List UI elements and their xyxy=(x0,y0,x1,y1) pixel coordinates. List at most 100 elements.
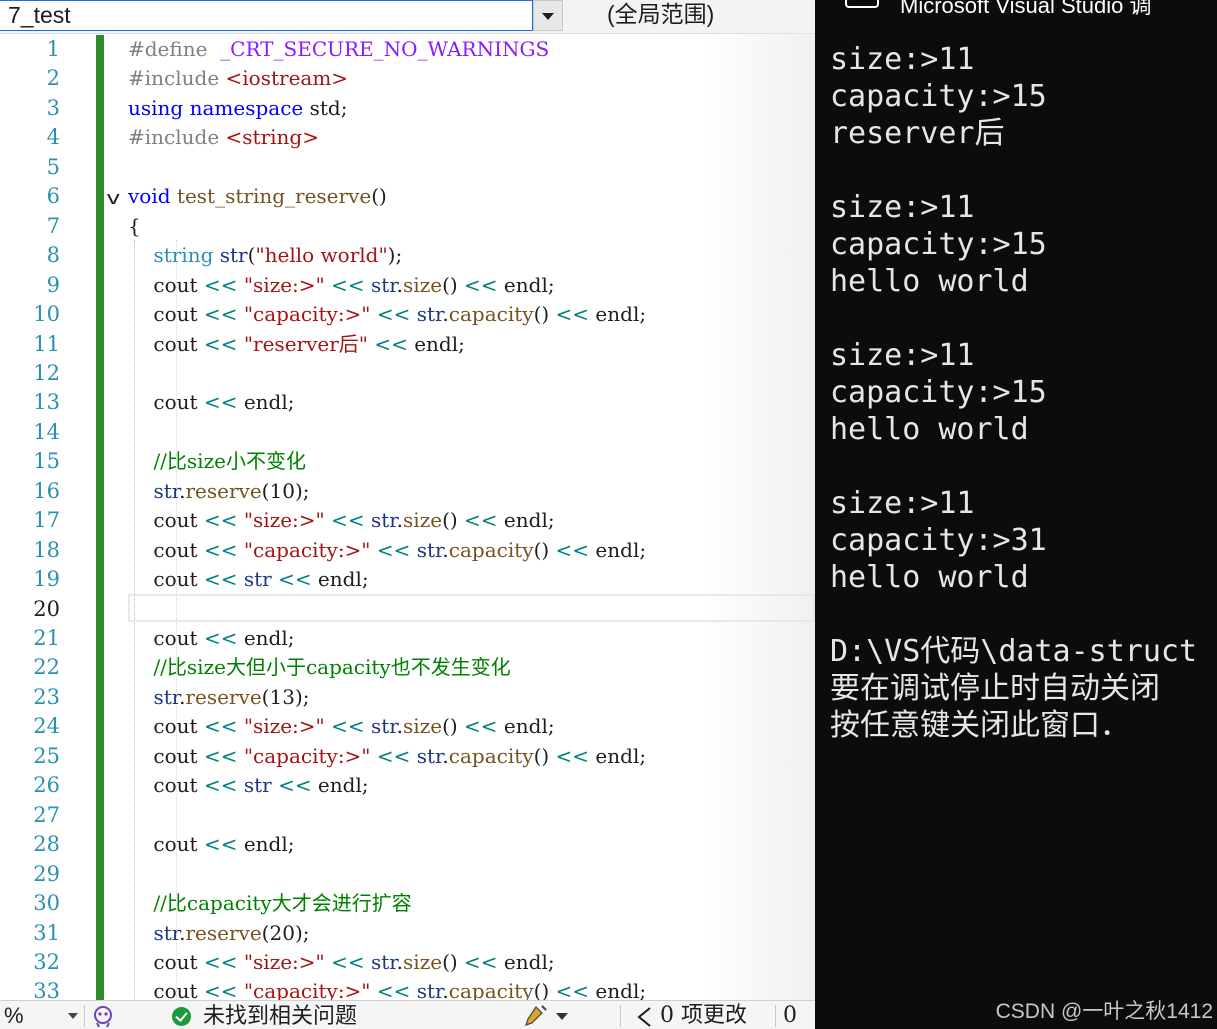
code-token: cout xyxy=(128,272,204,297)
code-line: cout << str << endl; xyxy=(128,565,368,594)
code-token: << xyxy=(203,743,238,768)
code-token: str xyxy=(371,508,397,533)
issues-status[interactable]: 未找到相关问题 xyxy=(203,1002,357,1029)
code-token: str xyxy=(416,537,443,562)
code-token: str xyxy=(153,920,180,945)
line-number: 18 xyxy=(33,537,60,562)
code-token: << xyxy=(203,567,238,592)
code-token: cout xyxy=(128,331,204,356)
navigation-bar: 7_test (全局范围) xyxy=(0,0,815,34)
line-number: 14 xyxy=(33,419,60,444)
fold-chevron-icon[interactable]: v xyxy=(106,188,120,209)
line-number-gutter: 1 2 3 4 5 6 7 8 9 10 11 12 13 14 15 16 17 18 19 20 21 22 23 24 2… xyxy=(0,35,96,1003)
code-token: endl; xyxy=(497,272,555,297)
console-line: 要在调试停止时自动关闭 xyxy=(830,671,1160,706)
line-number: 22 xyxy=(33,655,60,680)
code-token: ); xyxy=(294,920,310,945)
console-line: capacity:>15 xyxy=(830,227,1047,262)
console-window-icon xyxy=(845,0,879,8)
code-line: cout << "size:>" << str.size() << endl; xyxy=(128,948,555,977)
code-token: << xyxy=(376,743,411,768)
debug-console-window[interactable]: Microsoft Visual Studio 调 size:>11 capaci… xyxy=(815,0,1217,1029)
code-token: "size:>" xyxy=(243,272,325,297)
changes-count[interactable]: 0 项更改 xyxy=(660,1002,747,1029)
console-line: hello world xyxy=(830,412,1029,447)
line-number: 9 xyxy=(46,272,60,297)
code-token: endl; xyxy=(237,390,295,415)
code-token: << xyxy=(203,272,238,297)
code-token: << xyxy=(203,508,238,533)
code-token: << xyxy=(555,537,590,562)
divider xyxy=(84,1005,85,1027)
code-token: "size:>" xyxy=(243,508,325,533)
line-number: 2 xyxy=(46,66,60,91)
cleanup-brush-icon[interactable] xyxy=(520,1004,550,1028)
line-number: 12 xyxy=(33,360,60,385)
divider xyxy=(620,1005,621,1027)
project-name: 7_test xyxy=(8,2,71,28)
code-line: cout << "size:>" << str.size() << endl; xyxy=(128,712,555,741)
line-number: 17 xyxy=(33,508,60,533)
code-token: () xyxy=(533,537,556,562)
divider xyxy=(775,1005,776,1027)
code-line: //比capacity大才会进行扩容 xyxy=(128,889,411,918)
code-token: "capacity:>" xyxy=(243,537,371,562)
copilot-icon[interactable] xyxy=(90,1004,116,1028)
code-token: 10 xyxy=(269,478,295,503)
code-token: << xyxy=(203,331,238,356)
code-token: endl; xyxy=(497,949,555,974)
dropdown-arrow-icon[interactable] xyxy=(533,0,563,31)
code-token: cout xyxy=(128,626,204,650)
zoom-level[interactable]: % xyxy=(4,1002,24,1029)
code-token: str xyxy=(153,684,180,709)
code-token: void xyxy=(128,184,171,209)
code-line: str.reserve(20); xyxy=(128,919,309,948)
code-token: << xyxy=(331,949,365,974)
chevron-left-icon[interactable] xyxy=(636,1007,654,1027)
line-number: 20 xyxy=(33,596,60,621)
code-token: str xyxy=(153,478,180,503)
console-line: size:>11 xyxy=(830,190,975,225)
code-token: cout xyxy=(128,537,204,562)
code-text-area[interactable]: #define _CRT_SECURE_NO_WARNINGS #include … xyxy=(128,35,815,1003)
line-number: 29 xyxy=(33,861,60,886)
code-token: << xyxy=(376,537,411,562)
code-token: << xyxy=(203,714,238,739)
console-line: D:\VS代码\data-struct xyxy=(830,634,1198,669)
line-number: 15 xyxy=(33,449,60,474)
code-token: endl; xyxy=(497,714,555,739)
line-number: 4 xyxy=(46,125,60,150)
code-token: using xyxy=(128,95,184,120)
chevron-down-icon[interactable] xyxy=(556,1013,568,1020)
code-token: std; xyxy=(303,95,348,120)
console-line: capacity:>15 xyxy=(830,375,1047,410)
chevron-down-icon[interactable] xyxy=(68,1013,78,1019)
code-token: cout xyxy=(128,390,204,415)
line-number: 30 xyxy=(33,891,60,916)
changes-extra[interactable]: 0 xyxy=(783,1002,797,1029)
code-token: << xyxy=(331,272,365,297)
code-token: namespace xyxy=(189,95,304,120)
console-line: capacity:>31 xyxy=(830,523,1047,558)
code-token: str xyxy=(243,567,272,592)
scope-dropdown[interactable]: (全局范围) xyxy=(607,0,714,29)
status-bar: % 未找到相关问题 0 项更改 0 xyxy=(0,1000,815,1029)
code-token: cout xyxy=(128,302,204,327)
project-dropdown[interactable]: 7_test xyxy=(0,0,533,31)
code-line: string str("hello world"); xyxy=(128,241,402,270)
code-editor[interactable]: 7_test (全局范围) 1 2 3 4 5 6 7 8 9 10 11 12 13 14 15 16 17 1… xyxy=(0,0,815,1029)
code-token: size xyxy=(403,949,443,974)
code-token: "reserver后" xyxy=(243,331,368,356)
code-token: size xyxy=(403,272,443,297)
code-line: cout << "size:>" << str.size() << endl; xyxy=(128,506,554,535)
console-line: capacity:>15 xyxy=(830,79,1047,114)
code-token: "capacity:>" xyxy=(243,302,371,327)
code-token: "capacity:>" xyxy=(243,743,371,768)
code-line: str.reserve(10); xyxy=(128,477,309,506)
line-number: 6 xyxy=(46,184,60,209)
code-token: <string> xyxy=(225,125,319,150)
code-line: cout << "capacity:>" << str.capacity() <… xyxy=(128,742,646,771)
